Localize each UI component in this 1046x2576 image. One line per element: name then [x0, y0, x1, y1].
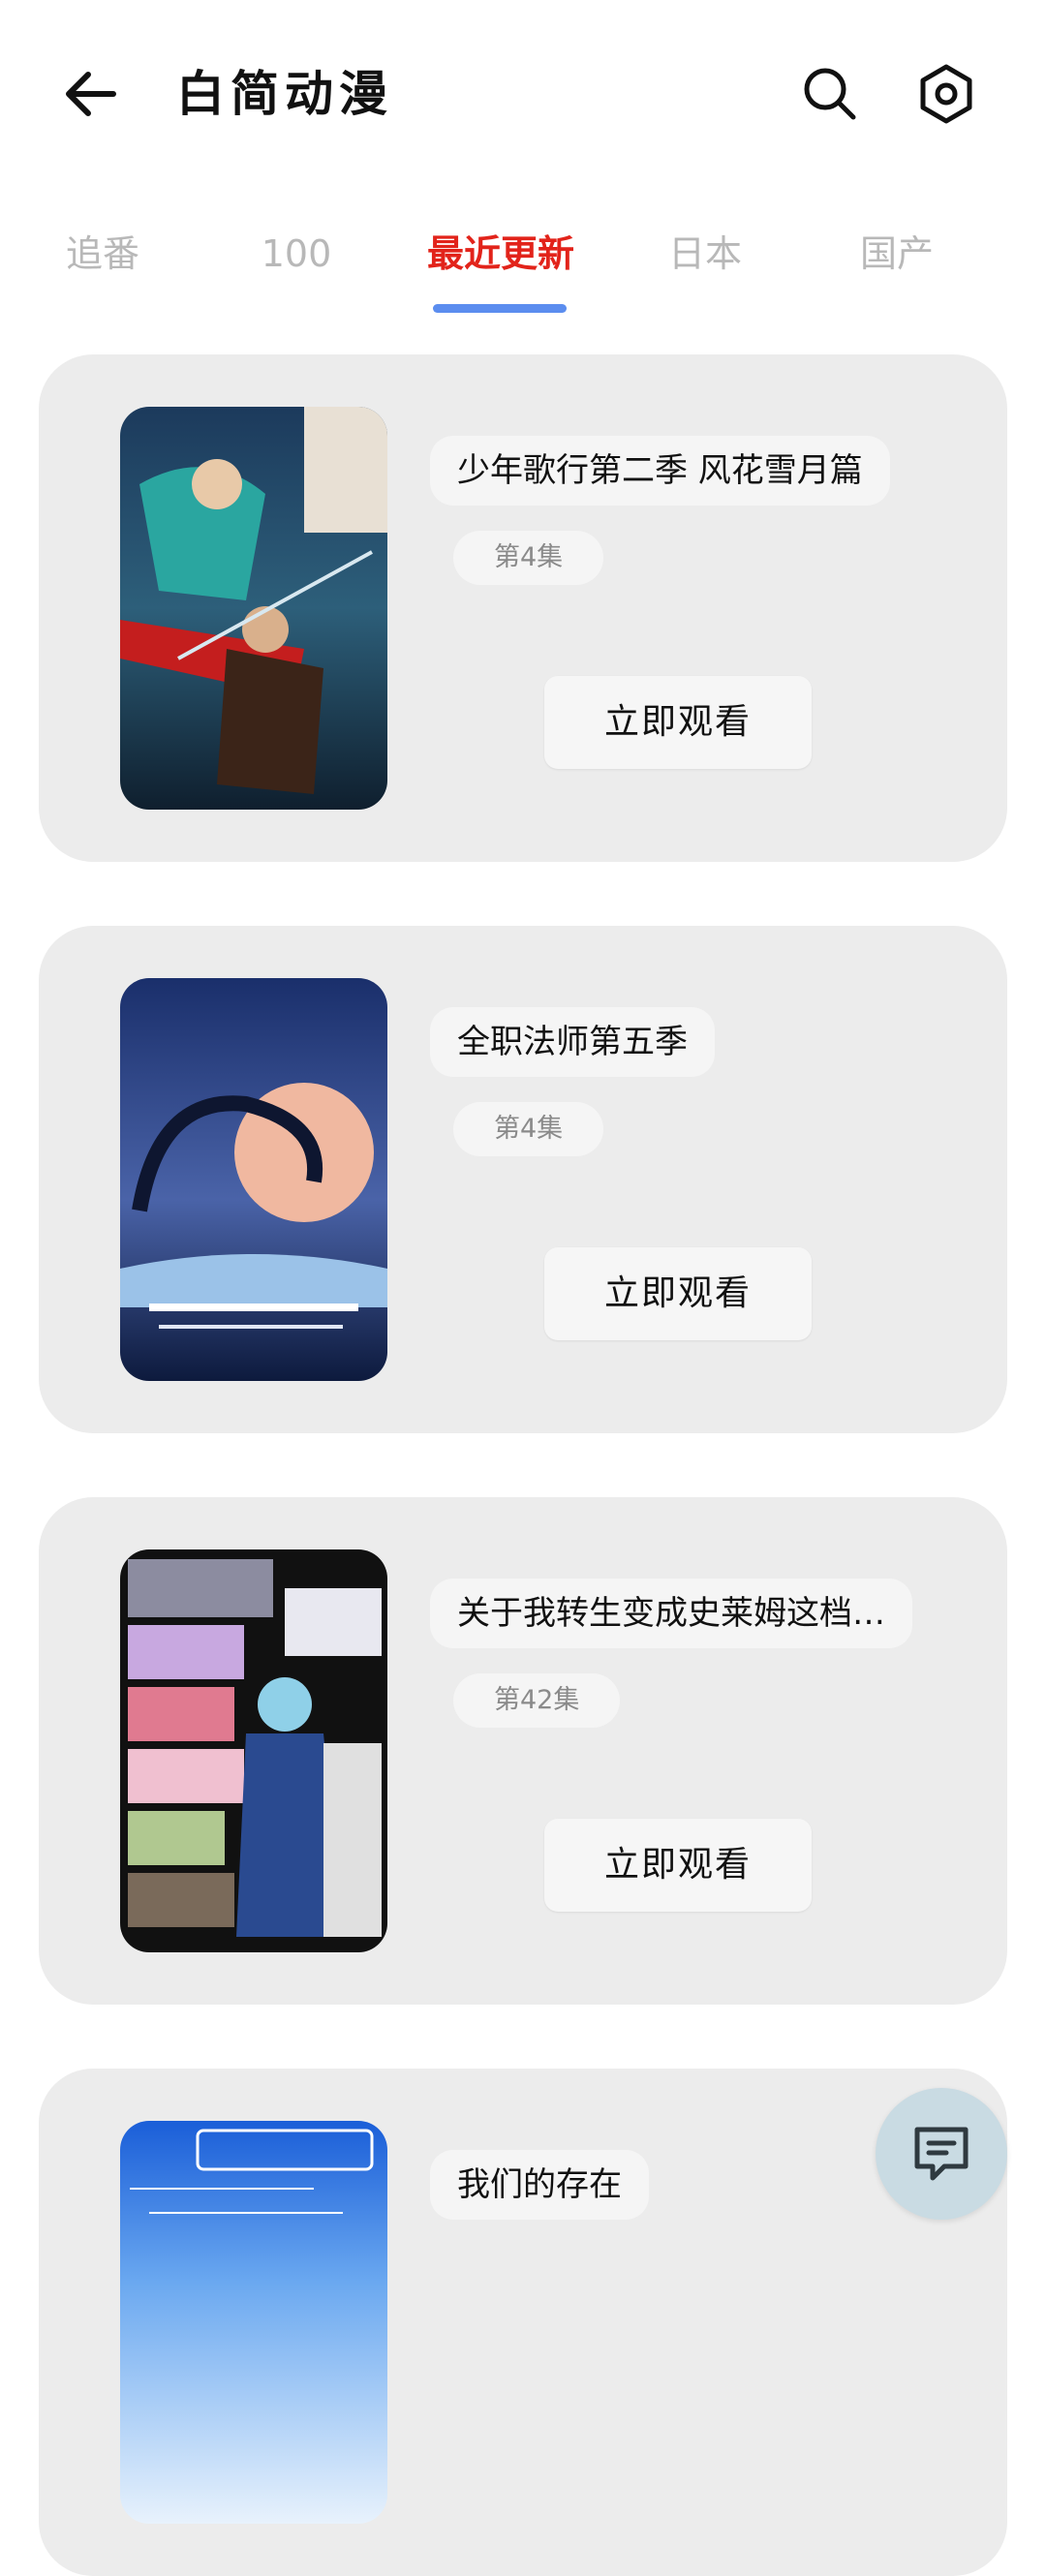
anime-title: 我们的存在 [430, 2150, 649, 2220]
feedback-button[interactable] [876, 2088, 1007, 2220]
search-icon [804, 68, 856, 120]
tab-recent-updates[interactable]: 最近更新 [424, 215, 577, 292]
settings-button[interactable] [910, 58, 982, 130]
tab-100[interactable]: 100 [254, 215, 339, 292]
episode-badge: 第42集 [453, 1673, 621, 1728]
category-tabs: 追番 100 最近更新 日本 国产 [0, 215, 1046, 322]
app-title: 白简动漫 [176, 66, 393, 122]
anime-poster[interactable] [120, 407, 387, 810]
tab-domestic[interactable]: 国产 [858, 215, 936, 292]
active-tab-indicator [433, 304, 567, 313]
tab-zhuifan[interactable]: 追番 [64, 215, 141, 292]
anime-poster[interactable] [120, 1549, 387, 1952]
search-button[interactable] [794, 58, 866, 130]
episode-badge: 第4集 [453, 1102, 604, 1156]
anime-title: 少年歌行第二季 风花雪月篇 [430, 436, 890, 506]
anime-poster[interactable] [120, 978, 387, 1381]
gear-icon [920, 64, 972, 124]
anime-poster[interactable] [120, 2121, 387, 2524]
anime-card[interactable]: 少年歌行第二季 风花雪月篇 第4集 立即观看 [39, 354, 1007, 862]
arrow-left-icon [66, 72, 116, 116]
top-bar: 白简动漫 [0, 0, 1046, 184]
back-button[interactable] [58, 60, 126, 128]
watch-now-button[interactable]: 立即观看 [544, 1247, 812, 1340]
episode-badge: 第4集 [453, 531, 604, 585]
watch-now-button[interactable]: 立即观看 [544, 1819, 812, 1912]
anime-card[interactable]: 关于我转生变成史莱姆这档… 第42集 立即观看 [39, 1497, 1007, 2005]
anime-card[interactable]: 我们的存在 [39, 2069, 1007, 2576]
anime-card[interactable]: 全职法师第五季 第4集 立即观看 [39, 926, 1007, 1433]
chat-bubble-icon [914, 2127, 969, 2181]
watch-now-button[interactable]: 立即观看 [544, 676, 812, 769]
tab-japan[interactable]: 日本 [666, 215, 744, 292]
anime-title: 全职法师第五季 [430, 1007, 715, 1077]
anime-title: 关于我转生变成史莱姆这档… [430, 1579, 912, 1648]
